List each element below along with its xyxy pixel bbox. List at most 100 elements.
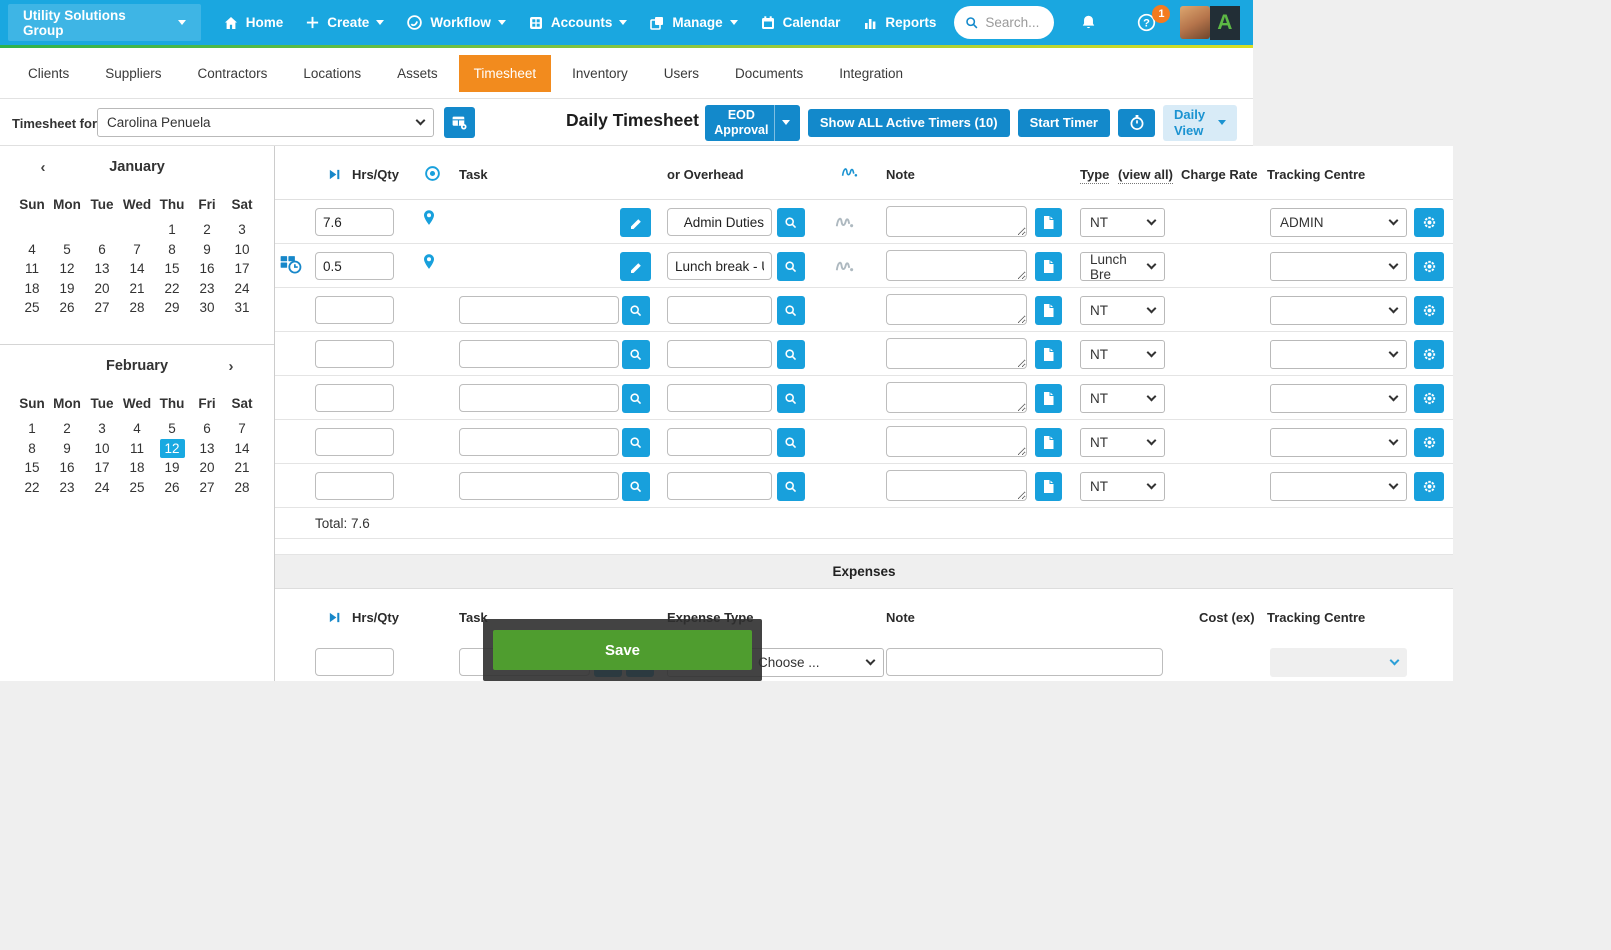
row-settings-button[interactable] xyxy=(1414,472,1444,501)
app-logo[interactable]: A xyxy=(1210,6,1240,40)
calendar-day[interactable]: 23 xyxy=(190,279,225,299)
note-textarea[interactable] xyxy=(886,206,1027,237)
overhead-search-button[interactable] xyxy=(777,296,805,325)
calendar-day[interactable]: 16 xyxy=(50,458,85,478)
task-search-button[interactable] xyxy=(622,428,650,457)
calendar-day[interactable]: 2 xyxy=(190,220,225,240)
calendar-day[interactable]: 10 xyxy=(225,240,260,260)
calendar-day[interactable]: 13 xyxy=(85,259,120,279)
org-selector[interactable]: Utility Solutions Group xyxy=(8,4,201,41)
overhead-search-button[interactable] xyxy=(777,252,805,281)
calendar-day[interactable]: 8 xyxy=(15,439,50,459)
tab-locations[interactable]: Locations xyxy=(288,55,376,92)
expense-tracking-centre-select[interactable] xyxy=(1270,648,1407,677)
hours-input[interactable] xyxy=(315,252,394,280)
type-select[interactable]: NT xyxy=(1080,428,1165,457)
hours-input[interactable] xyxy=(315,340,394,368)
task-search-button[interactable] xyxy=(622,340,650,369)
overhead-input[interactable] xyxy=(667,472,772,500)
note-textarea[interactable] xyxy=(886,294,1027,325)
tracking-centre-select[interactable] xyxy=(1270,472,1407,501)
active-timer-icon[interactable] xyxy=(280,255,302,279)
tracking-centre-select[interactable] xyxy=(1270,384,1407,413)
task-input[interactable] xyxy=(459,472,619,500)
start-timer-button[interactable]: Start Timer xyxy=(1018,109,1110,137)
calendar-day[interactable]: 4 xyxy=(120,419,155,439)
calendar-day[interactable]: 25 xyxy=(120,478,155,498)
calendar-day[interactable]: 4 xyxy=(15,240,50,260)
calendar-day[interactable]: 22 xyxy=(15,478,50,498)
attach-document-button[interactable] xyxy=(1035,252,1062,281)
calendar-day[interactable]: 29 xyxy=(155,298,190,318)
calendar-day[interactable]: 11 xyxy=(15,259,50,279)
tab-contractors[interactable]: Contractors xyxy=(183,55,283,92)
task-input[interactable] xyxy=(459,340,619,368)
calendar-day[interactable]: 1 xyxy=(15,419,50,439)
search-box[interactable] xyxy=(954,6,1054,39)
calendar-day[interactable]: 6 xyxy=(85,240,120,260)
attach-document-button[interactable] xyxy=(1035,296,1062,325)
attach-document-button[interactable] xyxy=(1035,384,1062,413)
task-search-button[interactable] xyxy=(622,472,650,501)
note-textarea[interactable] xyxy=(886,250,1027,281)
overhead-search-button[interactable] xyxy=(777,428,805,457)
tab-inventory[interactable]: Inventory xyxy=(557,55,643,92)
view-all-link[interactable]: (view all) xyxy=(1118,167,1173,184)
calendar-day[interactable]: 28 xyxy=(225,478,260,498)
calendar-day[interactable]: 26 xyxy=(50,298,85,318)
hours-input[interactable] xyxy=(315,208,394,236)
task-input[interactable] xyxy=(459,428,619,456)
calendar-day[interactable]: 2 xyxy=(50,419,85,439)
overhead-search-button[interactable] xyxy=(777,208,805,237)
overhead-input[interactable] xyxy=(667,428,772,456)
stopwatch-button[interactable] xyxy=(1118,109,1155,137)
calendar-day[interactable]: 23 xyxy=(50,478,85,498)
hours-input[interactable] xyxy=(315,472,394,500)
bullseye-icon[interactable] xyxy=(424,165,441,182)
attach-document-button[interactable] xyxy=(1035,208,1062,237)
calendar-day[interactable]: 20 xyxy=(190,458,225,478)
show-all-active-timers-button[interactable]: Show ALL Active Timers (10) xyxy=(808,109,1010,137)
type-select[interactable]: NT xyxy=(1080,340,1165,369)
row-settings-button[interactable] xyxy=(1414,340,1444,369)
edit-task-button[interactable] xyxy=(620,208,651,237)
calendar-day[interactable]: 28 xyxy=(120,298,155,318)
topnav-create[interactable]: Create xyxy=(305,15,384,30)
help-button[interactable]: ? 1 xyxy=(1137,13,1156,32)
calendar-day[interactable]: 21 xyxy=(225,458,260,478)
row-settings-button[interactable] xyxy=(1414,208,1444,237)
expense-hours-input[interactable] xyxy=(315,648,394,676)
notifications-bell-button[interactable] xyxy=(1080,14,1097,31)
overhead-search-button[interactable] xyxy=(777,472,805,501)
calendar-day[interactable]: 6 xyxy=(190,419,225,439)
type-select[interactable]: Lunch Bre xyxy=(1080,252,1165,281)
calendar-day[interactable]: 19 xyxy=(155,458,190,478)
calendar-day[interactable]: 13 xyxy=(190,439,225,459)
tracking-centre-select[interactable] xyxy=(1270,296,1407,325)
tab-clients[interactable]: Clients xyxy=(13,55,84,92)
hours-input[interactable] xyxy=(315,296,394,324)
timesheet-settings-button[interactable] xyxy=(444,107,475,138)
attach-document-button[interactable] xyxy=(1035,428,1062,457)
hours-input[interactable] xyxy=(315,384,394,412)
overhead-search-button[interactable] xyxy=(777,340,805,369)
calendar-day[interactable]: 27 xyxy=(85,298,120,318)
user-avatar[interactable] xyxy=(1180,6,1209,39)
overhead-input[interactable] xyxy=(667,340,772,368)
tracking-centre-select[interactable] xyxy=(1270,340,1407,369)
overhead-input[interactable] xyxy=(667,384,772,412)
calendar-day[interactable]: 15 xyxy=(155,259,190,279)
note-textarea[interactable] xyxy=(886,470,1027,501)
calendar-day[interactable]: 21 xyxy=(120,279,155,299)
expense-note-input[interactable] xyxy=(886,648,1163,676)
calendar-day[interactable]: 9 xyxy=(190,240,225,260)
search-input[interactable] xyxy=(985,15,1043,30)
tab-users[interactable]: Users xyxy=(649,55,714,92)
calendar-day[interactable]: 17 xyxy=(225,259,260,279)
calendar-day[interactable]: 1 xyxy=(155,220,190,240)
task-input[interactable] xyxy=(459,296,619,324)
view-mode-button[interactable]: Daily View xyxy=(1163,105,1237,141)
calendar-day[interactable]: 15 xyxy=(15,458,50,478)
user-select[interactable]: Carolina Penuela xyxy=(97,108,434,137)
calendar-day[interactable]: 16 xyxy=(190,259,225,279)
